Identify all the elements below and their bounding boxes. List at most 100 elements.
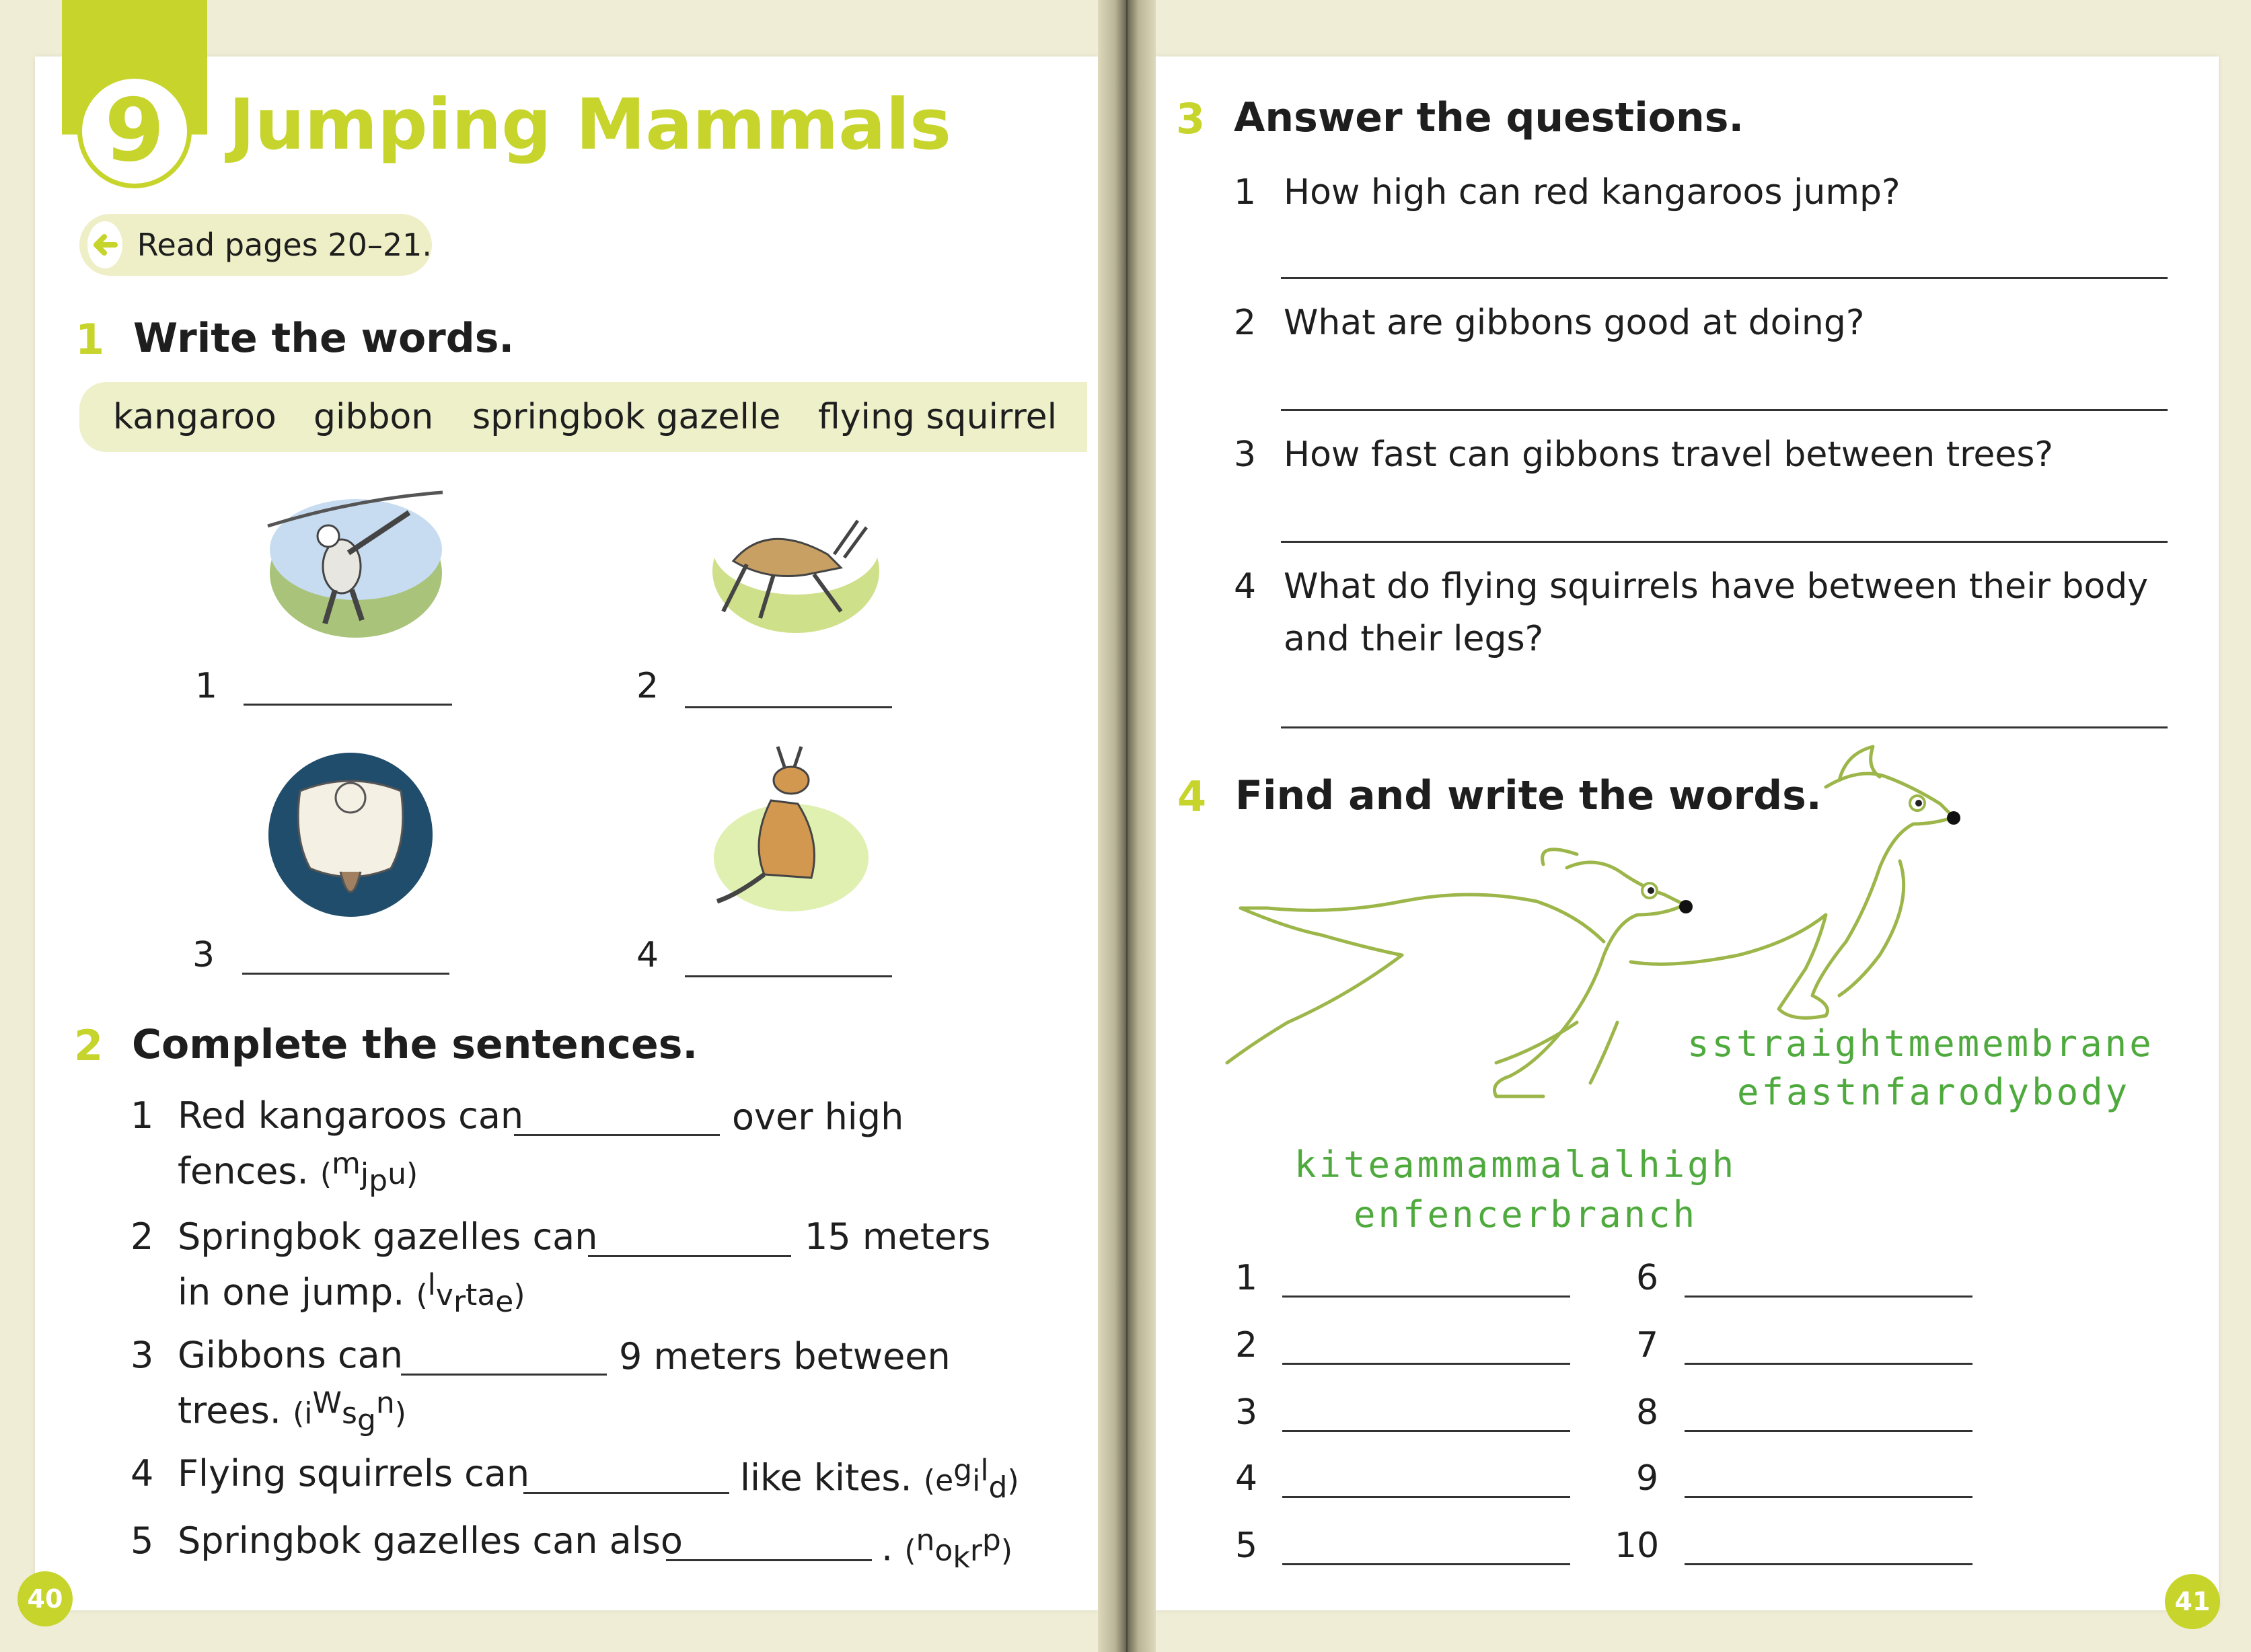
sentence-text: . (nokrp) (881, 1526, 1012, 1572)
answer-line[interactable] (685, 975, 892, 977)
sentence-after: like kites. (740, 1456, 912, 1499)
question-number: 4 (1234, 566, 1257, 607)
sentence-text: Gibbons can (178, 1334, 403, 1376)
word-bank-item: kangaroo (113, 397, 276, 437)
read-pages-text: Read pages 20–21. (137, 227, 432, 263)
exercise-2-title: Complete the sentences. (132, 1021, 698, 1068)
answer-number: 2 (1235, 1325, 1258, 1365)
question-text: and their legs? (1284, 619, 1544, 659)
word-bank-item: flying squirrel (818, 397, 1058, 437)
picture-number: 1 (195, 666, 218, 706)
scrambled-hint: (mjpu) (320, 1146, 418, 1198)
word-bank-item: springbok gazelle (472, 397, 781, 437)
answer-line[interactable] (1281, 277, 2168, 279)
picture-number: 4 (636, 935, 659, 975)
word-puzzle-line: sstraightmemembrane (1687, 1022, 2154, 1065)
answer-number: 4 (1235, 1458, 1258, 1499)
blank-line[interactable] (514, 1134, 720, 1136)
exercise-1-title: Write the words. (133, 315, 515, 362)
answer-number: 8 (1636, 1392, 1659, 1433)
sentence-text: Springbok gazelles can also (178, 1519, 683, 1562)
gibbon-picture (267, 490, 443, 638)
scrambled-hint: (egild) (923, 1453, 1019, 1505)
sentence-number: 3 (131, 1334, 154, 1376)
exercise-1-number: 1 (75, 315, 105, 364)
answer-line[interactable] (1282, 1563, 1570, 1565)
sentence-number: 2 (131, 1215, 154, 1258)
sentence-line2: fences. (178, 1150, 309, 1193)
answer-line[interactable] (1282, 1496, 1570, 1498)
page-number-right: 41 (2165, 1574, 2220, 1629)
answer-number: 6 (1636, 1258, 1659, 1298)
word-bank-item: gibbon (313, 397, 434, 437)
answer-number: 1 (1235, 1258, 1258, 1298)
question-number: 2 (1234, 303, 1257, 343)
book-spine (1098, 0, 1156, 1652)
answer-line[interactable] (244, 704, 452, 706)
sentence-text: over high (732, 1096, 904, 1138)
exercise-3-number: 3 (1176, 94, 1206, 143)
answer-line[interactable] (1282, 1430, 1570, 1432)
blank-line[interactable] (523, 1492, 729, 1494)
answer-line[interactable] (1282, 1296, 1570, 1298)
picture-number: 2 (636, 666, 659, 706)
answer-line[interactable] (1685, 1363, 1972, 1365)
scrambled-hint: (nokrp) (904, 1523, 1013, 1575)
chapter-title: Jumping Mammals (229, 83, 952, 165)
sentence-line2: trees. (178, 1389, 281, 1432)
springbok-picture (712, 500, 879, 633)
answer-line[interactable] (1281, 541, 2168, 543)
sentence-text: 15 meters (805, 1215, 991, 1258)
sentence-text: fences. (mjpu) (178, 1149, 418, 1195)
word-puzzle-line: enfencerbranch (1354, 1193, 1698, 1236)
answer-line[interactable] (1685, 1430, 1972, 1432)
answer-line[interactable] (1281, 409, 2168, 411)
sentence-text: in one jump. (lvrtae) (178, 1270, 525, 1316)
question-text: What are gibbons good at doing? (1284, 303, 1865, 343)
scrambled-hint: (lvrtae) (416, 1267, 525, 1319)
blank-line[interactable] (401, 1374, 607, 1376)
answer-number: 3 (1235, 1392, 1258, 1433)
word-puzzle-line: kiteammammalalhigh (1294, 1143, 1737, 1186)
exercise-3-title: Answer the questions. (1234, 94, 1744, 141)
answer-line[interactable] (242, 973, 449, 975)
answer-line[interactable] (1281, 726, 2168, 728)
sentence-text: like kites. (egild) (740, 1456, 1019, 1502)
answer-line[interactable] (1685, 1563, 1972, 1565)
answer-number: 10 (1615, 1526, 1660, 1566)
word-puzzle-line: efastnfarodybody (1737, 1071, 2131, 1113)
sentence-number: 5 (131, 1519, 154, 1562)
answer-number: 5 (1235, 1526, 1258, 1566)
page-number-left: 40 (17, 1571, 73, 1626)
flying-squirrel-picture (268, 753, 433, 917)
answer-number: 7 (1636, 1325, 1659, 1365)
sentence-number: 4 (131, 1452, 154, 1495)
blank-line[interactable] (666, 1559, 872, 1561)
sentence-text: 9 meters between (619, 1335, 951, 1378)
sentence-after: . (881, 1526, 893, 1569)
answer-line[interactable] (1685, 1296, 1972, 1298)
kangaroo-picture (714, 746, 869, 911)
sentence-text: Red kangaroos can (178, 1094, 524, 1137)
answer-number: 9 (1636, 1458, 1659, 1499)
question-number: 3 (1234, 435, 1257, 475)
question-text: What do flying squirrels have between th… (1284, 566, 2149, 607)
picture-number: 3 (192, 935, 215, 975)
question-text: How high can red kangaroos jump? (1284, 172, 1901, 213)
blank-line[interactable] (588, 1255, 791, 1257)
arrow-left-icon (87, 221, 122, 268)
sentence-line2: in one jump. (178, 1271, 405, 1314)
scrambled-hint: (iWsgn) (293, 1386, 406, 1437)
exercise-2-number: 2 (74, 1021, 104, 1070)
answer-line[interactable] (685, 706, 892, 708)
read-pages-note: Read pages 20–21. (79, 214, 432, 276)
sentence-text: trees. (iWsgn) (178, 1388, 406, 1435)
question-text: How fast can gibbons travel between tree… (1284, 435, 2054, 475)
sentence-text: Flying squirrels can (178, 1452, 530, 1495)
question-number: 1 (1234, 172, 1257, 213)
sentence-text: Springbok gazelles can (178, 1215, 598, 1258)
leaping-gazelles-drawing (1225, 745, 1960, 1098)
answer-line[interactable] (1685, 1496, 1972, 1498)
chapter-number: 9 (77, 74, 192, 188)
answer-line[interactable] (1282, 1363, 1570, 1365)
